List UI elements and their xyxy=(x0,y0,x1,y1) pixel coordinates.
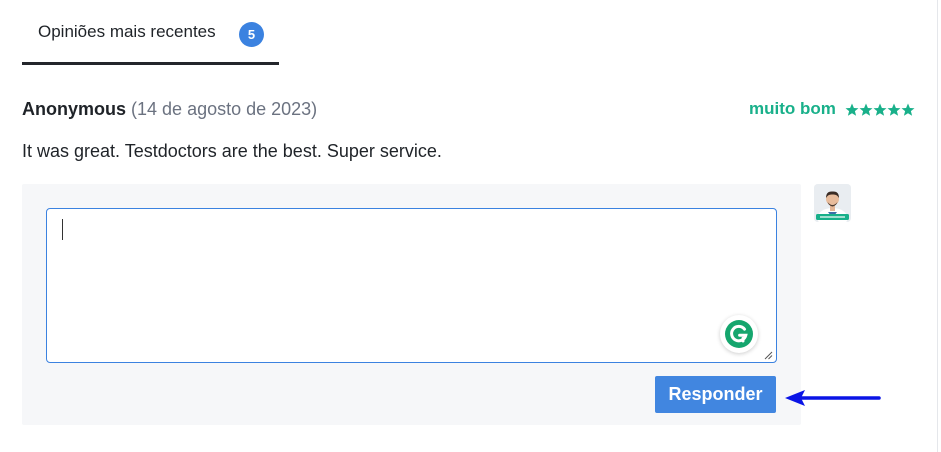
tab-recent-reviews[interactable]: Opiniões mais recentes 5 xyxy=(22,14,279,65)
star-icon xyxy=(859,103,873,116)
star-icons xyxy=(845,103,915,116)
review-header: Anonymous (14 de agosto de 2023) xyxy=(22,99,317,120)
reply-panel: Responder xyxy=(22,184,801,425)
star-icon xyxy=(845,103,859,116)
resize-handle-icon[interactable] xyxy=(763,350,773,360)
review-rating: muito bom xyxy=(749,99,915,119)
respond-button[interactable]: Responder xyxy=(655,376,776,413)
review-author: Anonymous xyxy=(22,99,127,119)
reply-textarea[interactable] xyxy=(46,208,777,363)
review-date: (14 de agosto de 2023) xyxy=(131,99,318,119)
star-icon xyxy=(887,103,901,116)
page-right-border xyxy=(937,0,938,452)
rating-stars xyxy=(845,102,915,122)
text-cursor xyxy=(62,219,63,240)
review-count-badge: 5 xyxy=(239,22,264,47)
annotation-arrow-icon xyxy=(785,390,881,406)
tab-label: Opiniões mais recentes xyxy=(38,22,216,41)
star-icon xyxy=(873,103,887,116)
grammarly-icon[interactable] xyxy=(720,315,758,353)
rating-label: muito bom xyxy=(749,99,836,118)
review-text: It was great. Testdoctors are the best. … xyxy=(22,141,442,161)
star-icon xyxy=(901,103,915,116)
doctor-avatar-icon xyxy=(814,184,851,222)
